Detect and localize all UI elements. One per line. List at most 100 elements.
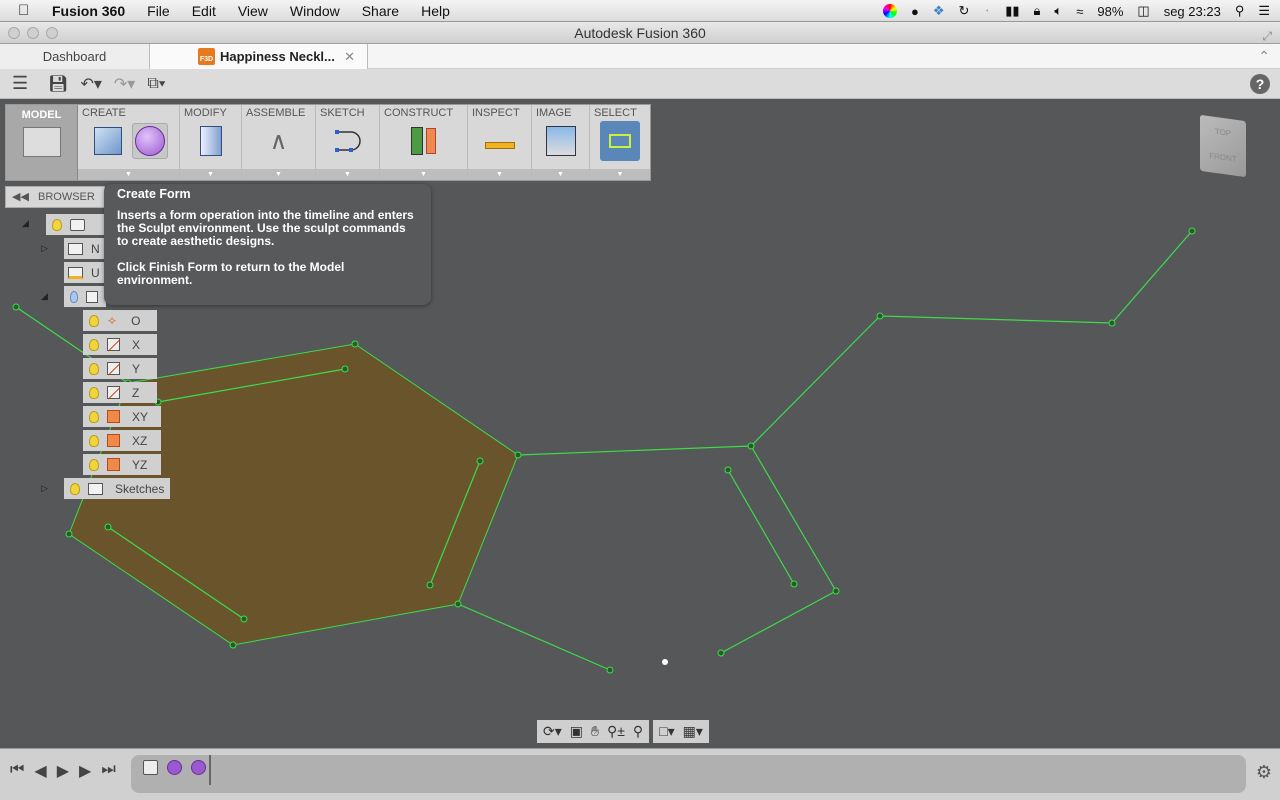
visibility-bulb-icon[interactable] xyxy=(70,482,80,495)
sketch-point[interactable] xyxy=(1108,319,1116,327)
group-select[interactable]: SELECT ▼ xyxy=(590,105,650,180)
create-dropdown[interactable]: ▼ xyxy=(78,169,179,180)
origin-point[interactable] xyxy=(662,659,668,665)
tab-happiness-necklace[interactable]: F3D Happiness Neckl... ✕ xyxy=(150,44,368,69)
hamburger-menu-icon[interactable]: ☰ xyxy=(12,73,28,94)
group-image[interactable]: IMAGE ▼ xyxy=(532,105,590,180)
group-create[interactable]: CREATE ▼ xyxy=(78,105,180,180)
visibility-bulb-icon[interactable] xyxy=(89,434,99,447)
select-dropdown[interactable]: ▼ xyxy=(590,169,650,180)
tree-item-xy[interactable]: XY xyxy=(83,406,161,427)
go-to-start-icon[interactable]: ⏮︎ xyxy=(10,761,24,781)
dropbox-icon[interactable]: ❖ xyxy=(933,3,945,19)
assemble-dropdown[interactable]: ▼ xyxy=(242,169,315,180)
bluetooth-icon[interactable]: ᛫ xyxy=(983,4,991,19)
tree-item-yz[interactable]: YZ xyxy=(83,454,161,475)
menu-share[interactable]: Share xyxy=(362,3,399,19)
sketch-curve-icon[interactable] xyxy=(330,123,366,159)
timeline-track[interactable] xyxy=(131,755,1246,793)
sketch-point[interactable] xyxy=(476,457,484,465)
sketch-line[interactable] xyxy=(457,603,611,671)
group-sketch[interactable]: SKETCH ▼ xyxy=(316,105,380,180)
share-icon[interactable]: ⧉▾ xyxy=(147,75,165,93)
sketch-point[interactable] xyxy=(229,641,237,649)
select-window-icon[interactable] xyxy=(600,121,640,161)
workspace-switcher[interactable]: MODEL xyxy=(6,105,78,180)
grid-settings-icon[interactable]: ▦▾ xyxy=(683,723,703,740)
sketch-point[interactable] xyxy=(606,666,614,674)
joint-icon[interactable]: ∧ xyxy=(261,123,297,159)
save-icon[interactable]: 💾︎ xyxy=(48,74,68,94)
gear-icon[interactable]: ⚙ xyxy=(1256,762,1272,783)
close-window-button[interactable] xyxy=(8,27,20,39)
image-dropdown[interactable]: ▼ xyxy=(532,169,589,180)
menu-view[interactable]: View xyxy=(238,3,268,19)
collapse-browser-icon[interactable]: ◀◀ xyxy=(12,191,29,203)
timeline-marker[interactable] xyxy=(209,755,211,785)
sketch-point[interactable] xyxy=(65,530,73,538)
expand-toggle[interactable]: ▷ xyxy=(41,243,48,254)
tree-item-y[interactable]: Y xyxy=(83,358,157,379)
render-image-icon[interactable] xyxy=(543,123,579,159)
expand-toggle[interactable]: ◢ xyxy=(41,291,48,302)
expand-toggle[interactable]: ◢ xyxy=(22,218,29,229)
sketch-point[interactable] xyxy=(790,580,798,588)
battery-meter-icon[interactable]: ▮▮ xyxy=(1005,3,1019,19)
sketch-point[interactable] xyxy=(724,466,732,474)
visibility-bulb-icon[interactable] xyxy=(52,218,62,231)
step-back-icon[interactable]: ◀ xyxy=(34,761,46,781)
zoom-window-button[interactable] xyxy=(46,27,58,39)
visibility-bulb-icon[interactable] xyxy=(89,410,99,423)
menu-help[interactable]: Help xyxy=(421,3,450,19)
sketch-line[interactable] xyxy=(720,590,837,654)
zoom-fit-icon[interactable]: ⚲ xyxy=(633,723,643,740)
sketch-point[interactable] xyxy=(514,451,522,459)
sketch-point[interactable] xyxy=(1188,227,1196,235)
menu-window[interactable]: Window xyxy=(290,3,340,19)
sketch-point[interactable] xyxy=(351,340,359,348)
look-at-icon[interactable]: ▣ xyxy=(570,723,583,740)
battery-percent[interactable]: 98% xyxy=(1097,4,1123,19)
spotlight-icon[interactable]: ⚲ xyxy=(1235,3,1245,19)
sketch-line[interactable] xyxy=(727,469,795,585)
construct-dropdown[interactable]: ▼ xyxy=(380,169,467,180)
color-wheel-icon[interactable] xyxy=(882,4,897,18)
inspect-dropdown[interactable]: ▼ xyxy=(468,169,531,180)
time-machine-icon[interactable]: ↻ xyxy=(958,3,969,19)
visibility-bulb-icon[interactable] xyxy=(89,458,99,471)
visibility-bulb-icon[interactable] xyxy=(89,338,99,351)
battery-icon[interactable]: ◫ xyxy=(1137,3,1149,19)
tree-item-x[interactable]: X xyxy=(83,334,157,355)
minimize-window-button[interactable] xyxy=(27,27,39,39)
lock-icon[interactable]: 🔒︎ xyxy=(1034,3,1041,19)
sketch-point[interactable] xyxy=(832,587,840,595)
extrude-box-icon[interactable] xyxy=(90,123,126,159)
sketch-line[interactable] xyxy=(750,445,837,592)
chevron-up-icon[interactable]: ⌃ xyxy=(1258,48,1270,65)
group-modify[interactable]: MODIFY ▼ xyxy=(180,105,242,180)
viewcube-top[interactable]: TOP xyxy=(1200,125,1246,140)
construct-plane-icon[interactable] xyxy=(406,123,442,159)
sketch-point[interactable] xyxy=(426,581,434,589)
volume-icon[interactable]: 🔈︎ xyxy=(1054,3,1062,19)
sketch-point[interactable] xyxy=(717,649,725,657)
sketch-line[interactable] xyxy=(1111,230,1193,324)
sketch-point[interactable] xyxy=(454,600,462,608)
close-tab-icon[interactable]: ✕ xyxy=(344,44,355,69)
browser-panel-header[interactable]: ◀◀ BROWSER xyxy=(5,186,105,208)
sketch-point[interactable] xyxy=(240,615,248,623)
group-construct[interactable]: CONSTRUCT ▼ xyxy=(380,105,468,180)
sketch-point[interactable] xyxy=(876,312,884,320)
create-form-icon[interactable] xyxy=(131,123,168,159)
modify-dropdown[interactable]: ▼ xyxy=(180,169,241,180)
menu-edit[interactable]: Edit xyxy=(192,3,216,19)
orbit-icon[interactable]: ⟳▾ xyxy=(543,723,562,740)
visibility-bulb-icon[interactable] xyxy=(89,386,99,399)
wifi-icon[interactable]: ≈ xyxy=(1076,4,1083,19)
tree-item-xz[interactable]: XZ xyxy=(83,430,161,451)
undo-icon[interactable]: ↶▾ xyxy=(80,74,101,94)
apple-icon[interactable]:  xyxy=(18,2,38,19)
menu-app[interactable]: Fusion 360 xyxy=(52,3,125,19)
menu-file[interactable]: File xyxy=(147,3,170,19)
sketch-line[interactable] xyxy=(879,315,1113,324)
